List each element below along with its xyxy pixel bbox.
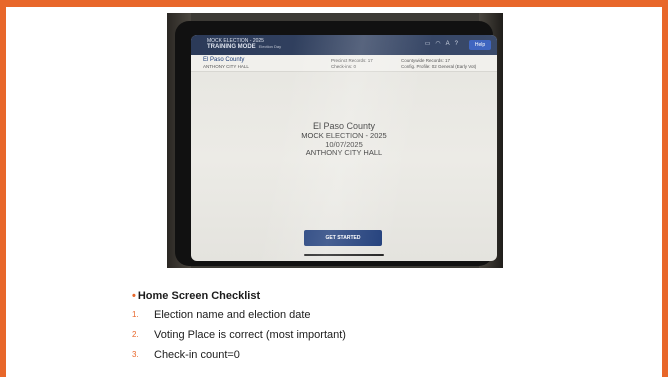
countywide-records-value: 17 (445, 58, 451, 63)
checkins-value: 0 (353, 63, 357, 69)
battery-icon: ▭ (424, 41, 436, 47)
precinct-records-label: Precinct Records: (331, 58, 367, 63)
home-screen-checklist: • Home Screen Checklist 1. Election name … (132, 287, 552, 365)
checklist-item: 3. Check-in count=0 (132, 345, 552, 365)
checklist-number: 3. (132, 350, 139, 359)
heading-bullet: • (132, 290, 136, 302)
county-name: El Paso County (203, 57, 245, 63)
checkins-label: Check-ins: (331, 63, 353, 69)
text-size-icon[interactable]: A (446, 41, 455, 47)
checklist-number: 2. (132, 330, 139, 339)
checklist-number: 1. (132, 310, 139, 319)
tablet-topbar: MOCK ELECTION - 2025 TRAINING MODE Electi… (191, 35, 497, 55)
precinct-stats: Precinct Records: 17 Check-ins: 0 (331, 58, 373, 69)
topbar-icons: ▭◠A? (425, 41, 463, 47)
checklist-item: 2. Voting Place is correct (most importa… (132, 325, 552, 345)
config-profile-label: Config. Profile: (401, 63, 431, 69)
countywide-records-label: Countywide Records: (401, 58, 444, 63)
checklist-text: Election name and election date (154, 309, 311, 321)
tablet-photo: MOCK ELECTION - 2025 TRAINING MODE Electi… (167, 13, 503, 268)
home-screen-info: El Paso County MOCK ELECTION - 2025 10/0… (191, 121, 497, 158)
checklist-heading: • Home Screen Checklist (132, 287, 552, 305)
training-mode-text: TRAINING MODE (207, 44, 256, 50)
training-mode-label: TRAINING MODE Election Day (207, 44, 281, 50)
checklist-text: Voting Place is correct (most important) (154, 329, 346, 341)
checklist-heading-text: Home Screen Checklist (137, 290, 261, 302)
wifi-icon[interactable]: ◠ (435, 41, 445, 47)
checklist-item: 1. Election name and election date (132, 305, 552, 325)
tablet-device: MOCK ELECTION - 2025 TRAINING MODE Electi… (175, 21, 497, 266)
mode-sub-text: Election Day (258, 44, 282, 49)
home-indicator (304, 254, 384, 256)
help-icon[interactable]: ? (455, 41, 463, 47)
checklist-text: Check-in count=0 (154, 349, 240, 361)
tablet-infobar: El Paso County ANTHONY CITY HALL Precinc… (191, 55, 497, 72)
help-button[interactable]: Help (469, 40, 491, 50)
countywide-stats: Countywide Records: 17 Config. Profile: … (401, 58, 476, 69)
tablet-screen: MOCK ELECTION - 2025 TRAINING MODE Electi… (191, 35, 497, 261)
voting-place-small: ANTHONY CITY HALL (203, 64, 249, 69)
get-started-button[interactable]: GET STARTED (304, 230, 382, 246)
home-voting-place: ANTHONY CITY HALL (305, 148, 383, 157)
precinct-records-value: 17 (367, 58, 373, 63)
slide: MOCK ELECTION - 2025 TRAINING MODE Electi… (6, 7, 662, 377)
config-profile-value: 02 General (Early Vot) (431, 63, 477, 69)
